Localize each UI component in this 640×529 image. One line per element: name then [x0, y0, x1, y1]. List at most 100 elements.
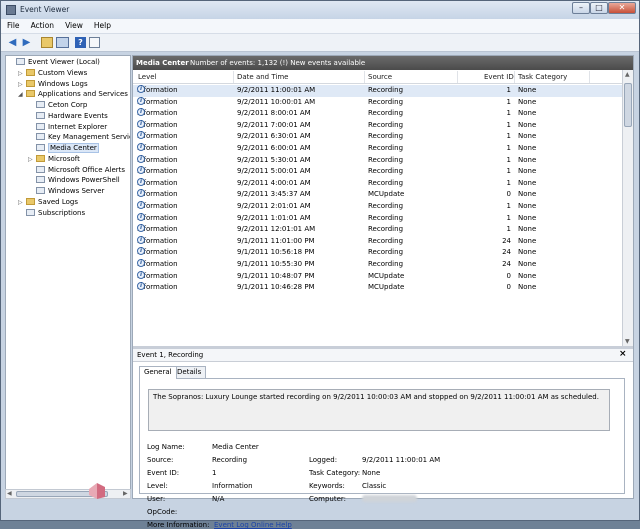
event-source: Recording: [368, 202, 404, 210]
event-level: i Information: [137, 177, 178, 190]
column-date-time[interactable]: Date and Time: [237, 73, 288, 81]
event-row[interactable]: i Information 9/2/2011 11:00:01 AM Recordin…: [133, 85, 622, 97]
tree-horizontal-scrollbar[interactable]: ◀ ▶: [5, 489, 131, 499]
tree-item-label: Windows PowerShell: [48, 176, 120, 185]
tree-item[interactable]: ▷ Microsoft: [28, 154, 80, 165]
scroll-right-icon[interactable]: ▶: [123, 490, 128, 497]
toolbar: ◀ ▶ ?: [1, 34, 639, 52]
event-row[interactable]: i Information 9/1/2011 10:56:18 PM Recordin…: [133, 247, 622, 259]
event-row[interactable]: i Information 9/2/2011 5:30:01 AM Recording…: [133, 154, 622, 167]
column-source[interactable]: Source: [368, 73, 392, 81]
expander-icon[interactable]: ▷: [18, 68, 26, 79]
back-arrow-icon[interactable]: ◀: [7, 37, 18, 48]
maximize-button[interactable]: □: [590, 2, 608, 14]
tab-details[interactable]: Details: [172, 366, 207, 378]
column-task-category[interactable]: Task Category: [518, 73, 567, 81]
scroll-up-icon[interactable]: ▲: [625, 71, 630, 78]
menu-help[interactable]: Help: [88, 19, 116, 30]
forward-arrow-icon[interactable]: ▶: [21, 37, 32, 48]
information-icon: i: [137, 96, 145, 105]
close-detail-icon[interactable]: ×: [619, 349, 627, 359]
tree-item[interactable]: ▷ Saved Logs: [18, 197, 78, 208]
tree-item-label: Windows Server: [48, 187, 105, 195]
expander-icon[interactable]: ◢: [18, 89, 26, 100]
event-date-time: 9/2/2011 2:01:01 AM: [237, 202, 311, 210]
minimize-button[interactable]: –: [572, 2, 590, 14]
expander-icon[interactable]: ▷: [18, 197, 26, 208]
event-date-time: 9/2/2011 8:00:01 AM: [237, 109, 311, 118]
log-header-bar: Media Center Number of events: 1,132 (!)…: [133, 56, 633, 70]
menu-file[interactable]: File: [1, 19, 25, 30]
tree-item-label: Event Viewer (Local): [28, 58, 100, 66]
column-level[interactable]: Level: [138, 73, 156, 81]
event-row[interactable]: i Information 9/1/2011 10:48:07 PM MCUpdate…: [133, 270, 622, 283]
event-level: i Information: [137, 166, 178, 178]
tree-item[interactable]: Windows PowerShell: [28, 175, 120, 186]
information-icon: i: [137, 119, 145, 128]
tree-item[interactable]: Event Viewer (Local): [8, 57, 100, 68]
event-source: Recording: [368, 248, 404, 257]
event-id: 1: [506, 109, 511, 118]
event-row[interactable]: i Information 9/1/2011 10:55:30 PM Recordin…: [133, 259, 622, 271]
event-level: i Information: [137, 270, 178, 283]
event-date-time: 9/2/2011 7:00:01 AM: [237, 120, 311, 129]
event-row[interactable]: i Information 9/2/2011 4:00:01 AM Recording…: [133, 177, 622, 190]
scroll-left-icon[interactable]: ◀: [7, 490, 12, 497]
event-id: 1: [506, 144, 511, 152]
tree-item[interactable]: Internet Explorer: [28, 122, 107, 133]
tree-item[interactable]: Windows Server: [28, 186, 104, 197]
event-log-online-help-link[interactable]: Event Log Online Help: [214, 521, 292, 529]
tree-item[interactable]: Ceton Corp: [28, 100, 87, 111]
event-level: i Information: [137, 259, 178, 271]
menu-view[interactable]: View: [59, 19, 88, 30]
tree-item[interactable]: Hardware Events: [28, 111, 108, 122]
scrollbar-thumb[interactable]: [624, 83, 632, 127]
event-row[interactable]: i Information 9/2/2011 7:00:01 AM Recording…: [133, 119, 622, 132]
tree-item[interactable]: ◢ Applications and Services Lo: [18, 89, 130, 100]
event-row[interactable]: i Information 9/2/2011 6:00:01 AM Recording…: [133, 143, 622, 155]
tree-item[interactable]: Microsoft Office Alerts: [28, 165, 125, 176]
event-row[interactable]: i Information 9/1/2011 10:46:28 PM MCUpdate…: [133, 282, 622, 294]
tree-item[interactable]: ▷ Windows Logs: [18, 79, 88, 90]
event-row[interactable]: i Information 9/2/2011 10:00:01 AM Recordin…: [133, 96, 622, 109]
log-name-value: Media Center: [212, 443, 259, 451]
event-row[interactable]: i Information 9/2/2011 5:00:01 AM Recording…: [133, 166, 622, 178]
close-window-button[interactable]: ✕: [608, 2, 636, 14]
tree-item[interactable]: Subscriptions: [18, 208, 85, 219]
tree-item-label: Microsoft: [48, 154, 80, 163]
event-date-time: 9/2/2011 6:00:01 AM: [237, 144, 311, 152]
tree-item[interactable]: Media Center: [28, 143, 99, 154]
log-name-label: Log Name:: [147, 443, 185, 451]
title-bar: Event Viewer – □ ✕: [1, 1, 639, 19]
event-task-category: None: [518, 132, 537, 141]
event-row[interactable]: i Information 9/2/2011 1:01:01 AM Recording…: [133, 212, 622, 225]
expander-icon[interactable]: ▷: [18, 79, 26, 90]
event-id-value: 1: [212, 469, 217, 477]
scroll-down-icon[interactable]: ▼: [625, 338, 630, 345]
event-row[interactable]: i Information 9/2/2011 3:45:37 AM MCUpdate 0…: [133, 189, 622, 201]
watermark-logo-icon: [89, 483, 105, 499]
help-icon[interactable]: ?: [75, 37, 86, 48]
tree-item[interactable]: Key Management Service: [28, 132, 130, 143]
event-list-vertical-scrollbar[interactable]: ▲ ▼: [622, 70, 633, 350]
expander-icon[interactable]: ▷: [28, 154, 36, 165]
event-row[interactable]: i Information 9/2/2011 8:00:01 AM Recording…: [133, 108, 622, 120]
event-description[interactable]: The Sopranos: Luxury Lounge started reco…: [148, 389, 610, 431]
tab-general[interactable]: General: [139, 366, 177, 379]
event-row[interactable]: i Information 9/2/2011 6:30:01 AM Recording…: [133, 131, 622, 143]
action-pane-icon[interactable]: [89, 37, 100, 48]
event-id: 1: [506, 225, 511, 234]
tree-item[interactable]: ▷ Custom Views: [18, 68, 87, 79]
event-source: Recording: [368, 120, 404, 129]
level-value: Information: [212, 482, 253, 490]
column-event-id[interactable]: Event ID: [484, 73, 514, 81]
open-folder-icon[interactable]: [41, 37, 53, 48]
log-icon: [26, 208, 35, 216]
event-date-time: 9/2/2011 5:00:01 AM: [237, 167, 311, 176]
console-tree-icon[interactable]: [56, 37, 69, 48]
event-row[interactable]: i Information 9/2/2011 12:01:01 AM Recordin…: [133, 224, 622, 236]
event-source: Recording: [368, 260, 404, 268]
menu-action[interactable]: Action: [25, 19, 60, 30]
event-row[interactable]: i Information 9/2/2011 2:01:01 AM Recording…: [133, 201, 622, 213]
event-row[interactable]: i Information 9/1/2011 11:01:00 PM Recordin…: [133, 235, 622, 248]
